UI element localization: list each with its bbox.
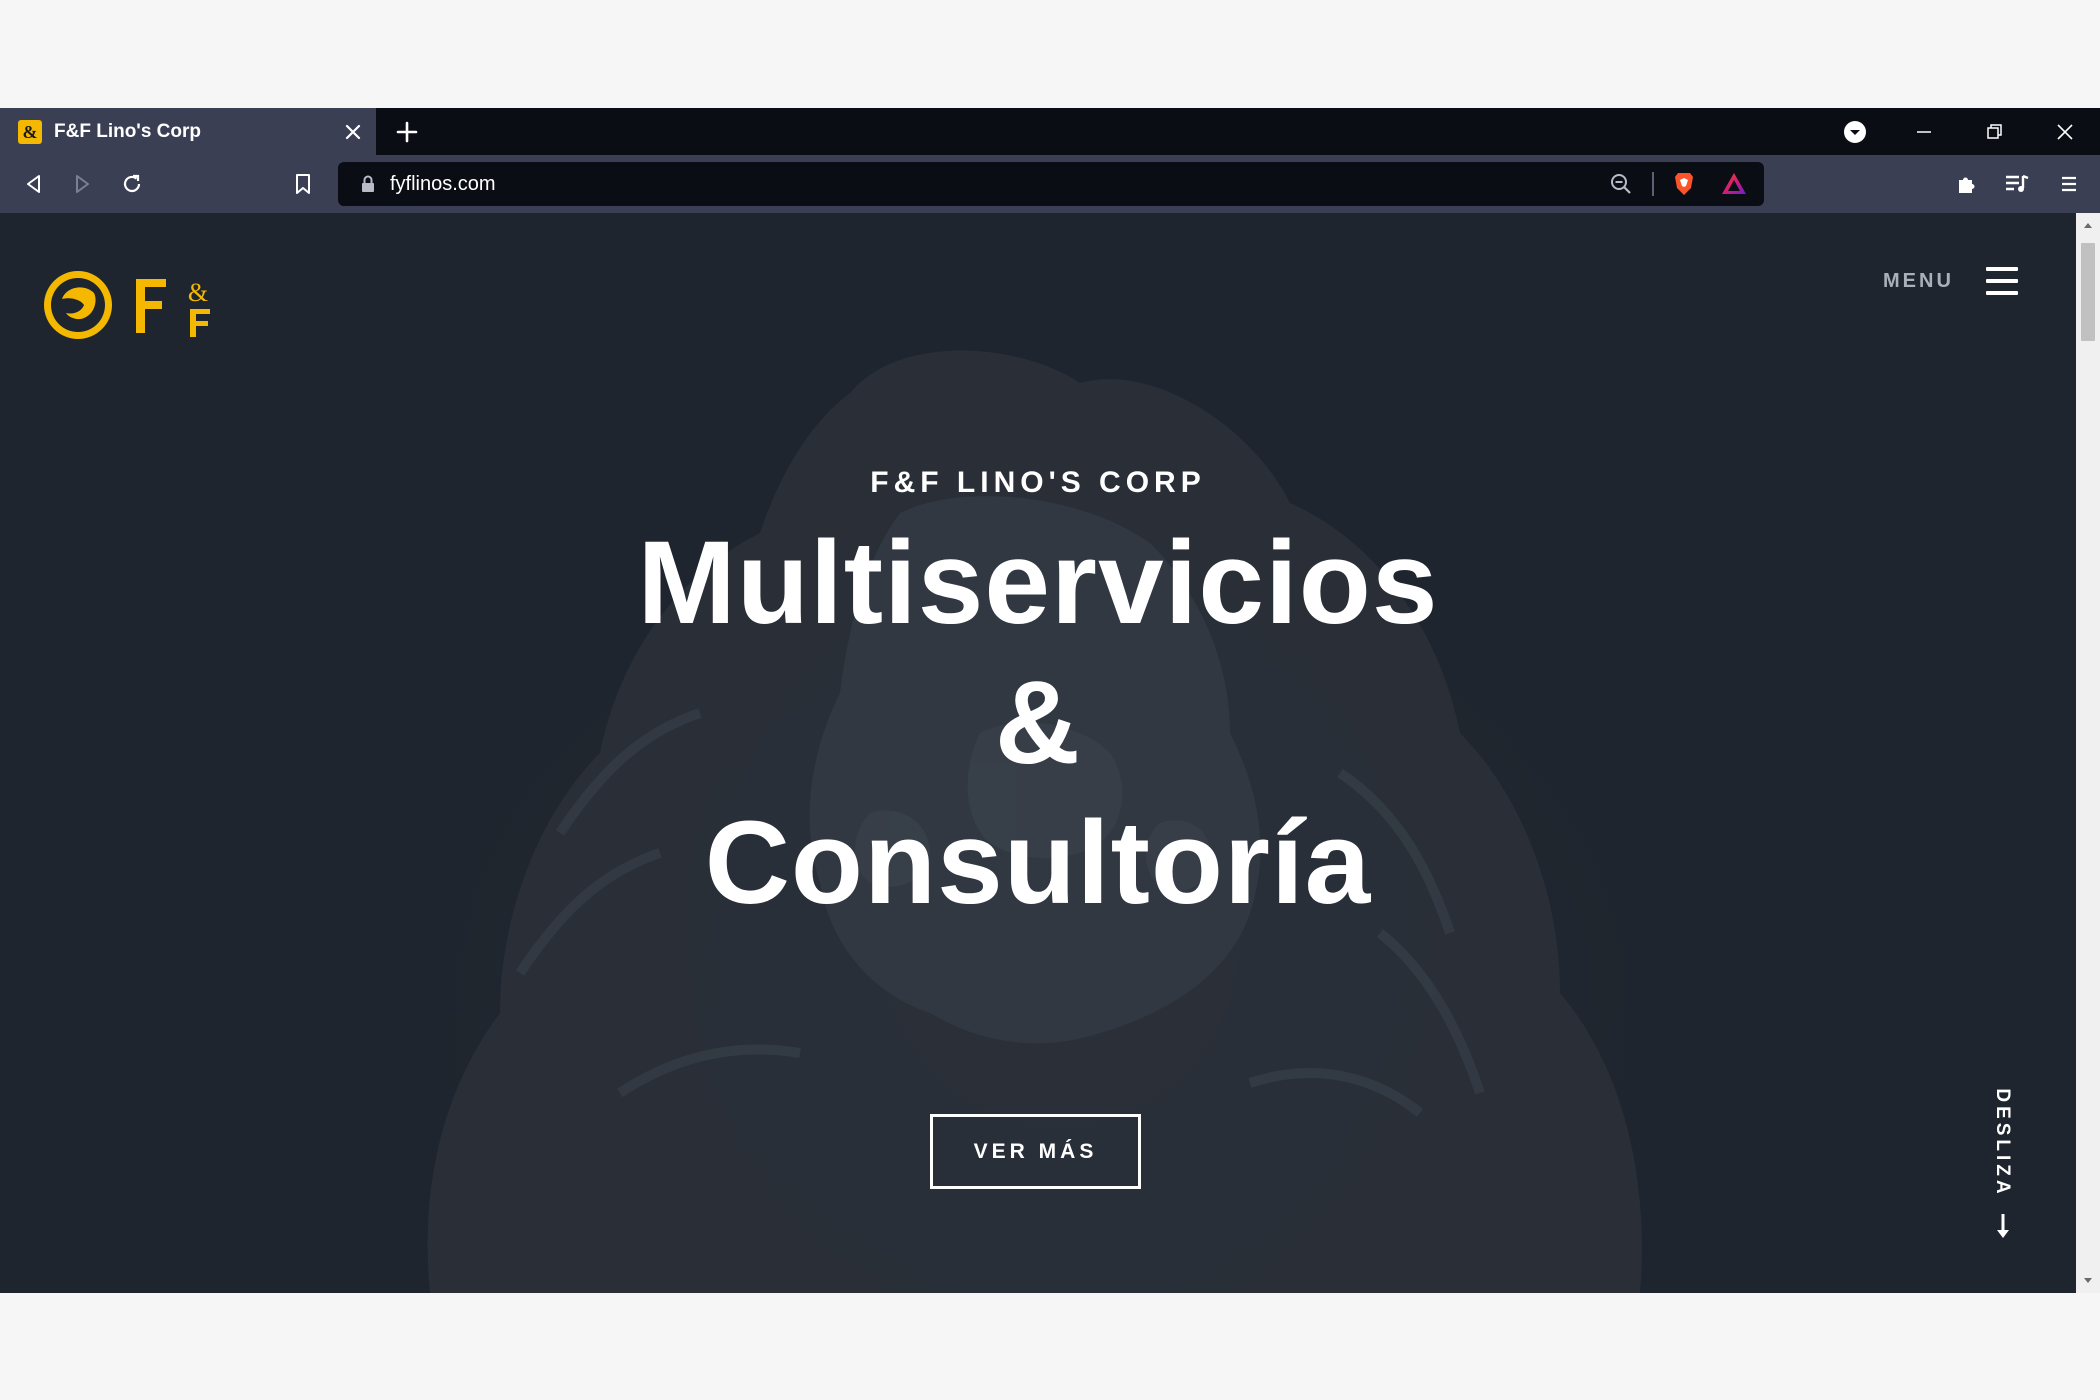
headline-line-3: Consultoría bbox=[704, 797, 1372, 929]
ver-mas-button[interactable]: VER MÁS bbox=[930, 1114, 1141, 1189]
hero-headline: Multiservicios & Consultoría bbox=[0, 513, 2076, 933]
scroll-label: DESLIZA bbox=[1992, 1088, 2013, 1198]
menu-label[interactable]: MENU bbox=[1883, 270, 1954, 293]
arrow-down-icon bbox=[1997, 1214, 2009, 1238]
scroll-hint[interactable]: DESLIZA bbox=[1984, 1068, 2024, 1248]
url-divider bbox=[1652, 172, 1654, 196]
site-logo[interactable]: & bbox=[40, 261, 230, 351]
back-icon[interactable] bbox=[17, 167, 51, 201]
minimize-icon[interactable] bbox=[1889, 108, 1959, 155]
new-tab-icon[interactable] bbox=[392, 117, 422, 147]
favicon-icon: & bbox=[18, 119, 42, 144]
svg-text:&: & bbox=[188, 278, 208, 307]
menu-icon[interactable] bbox=[2052, 167, 2086, 201]
profile-dropdown-icon[interactable] bbox=[1820, 108, 1890, 155]
url-text[interactable]: fyflinos.com bbox=[390, 173, 496, 195]
zoom-out-icon[interactable] bbox=[1608, 171, 1634, 197]
brave-shield-icon[interactable] bbox=[1670, 170, 1698, 198]
hamburger-menu-icon[interactable] bbox=[1984, 263, 2020, 299]
browser-toolbar: fyflinos.com bbox=[0, 155, 2100, 213]
restore-icon[interactable] bbox=[1960, 108, 2030, 155]
page-scrollbar[interactable] bbox=[2076, 213, 2100, 1293]
close-icon[interactable] bbox=[2030, 108, 2100, 155]
browser-window: & F&F Lino's Corp fyflinos.com & MENU F&… bbox=[0, 108, 2100, 1293]
scroll-down-icon[interactable] bbox=[2082, 1275, 2094, 1287]
headline-line-1: Multiservicios bbox=[637, 517, 1439, 649]
lock-icon[interactable] bbox=[358, 174, 378, 194]
tab-title: F&F Lino's Corp bbox=[54, 120, 201, 142]
page-viewport: & MENU F&F LINO'S CORP Multiservicios & … bbox=[0, 213, 2076, 1293]
reload-icon[interactable] bbox=[115, 167, 149, 201]
forward-icon[interactable] bbox=[65, 167, 99, 201]
headline-line-2: & bbox=[994, 657, 1082, 789]
address-bar[interactable]: fyflinos.com bbox=[338, 162, 1764, 206]
scroll-up-icon[interactable] bbox=[2082, 219, 2094, 231]
brave-rewards-icon[interactable] bbox=[1720, 170, 1748, 198]
tab-active[interactable]: & F&F Lino's Corp bbox=[0, 108, 376, 155]
tab-close-icon[interactable] bbox=[340, 119, 366, 145]
extensions-icon[interactable] bbox=[1950, 167, 1984, 201]
scrollbar-thumb[interactable] bbox=[2081, 243, 2095, 341]
hero-eyebrow: F&F LINO'S CORP bbox=[870, 466, 1206, 499]
media-queue-icon[interactable] bbox=[2000, 167, 2034, 201]
tab-strip: & F&F Lino's Corp bbox=[0, 108, 2100, 155]
bookmark-icon[interactable] bbox=[286, 167, 320, 201]
